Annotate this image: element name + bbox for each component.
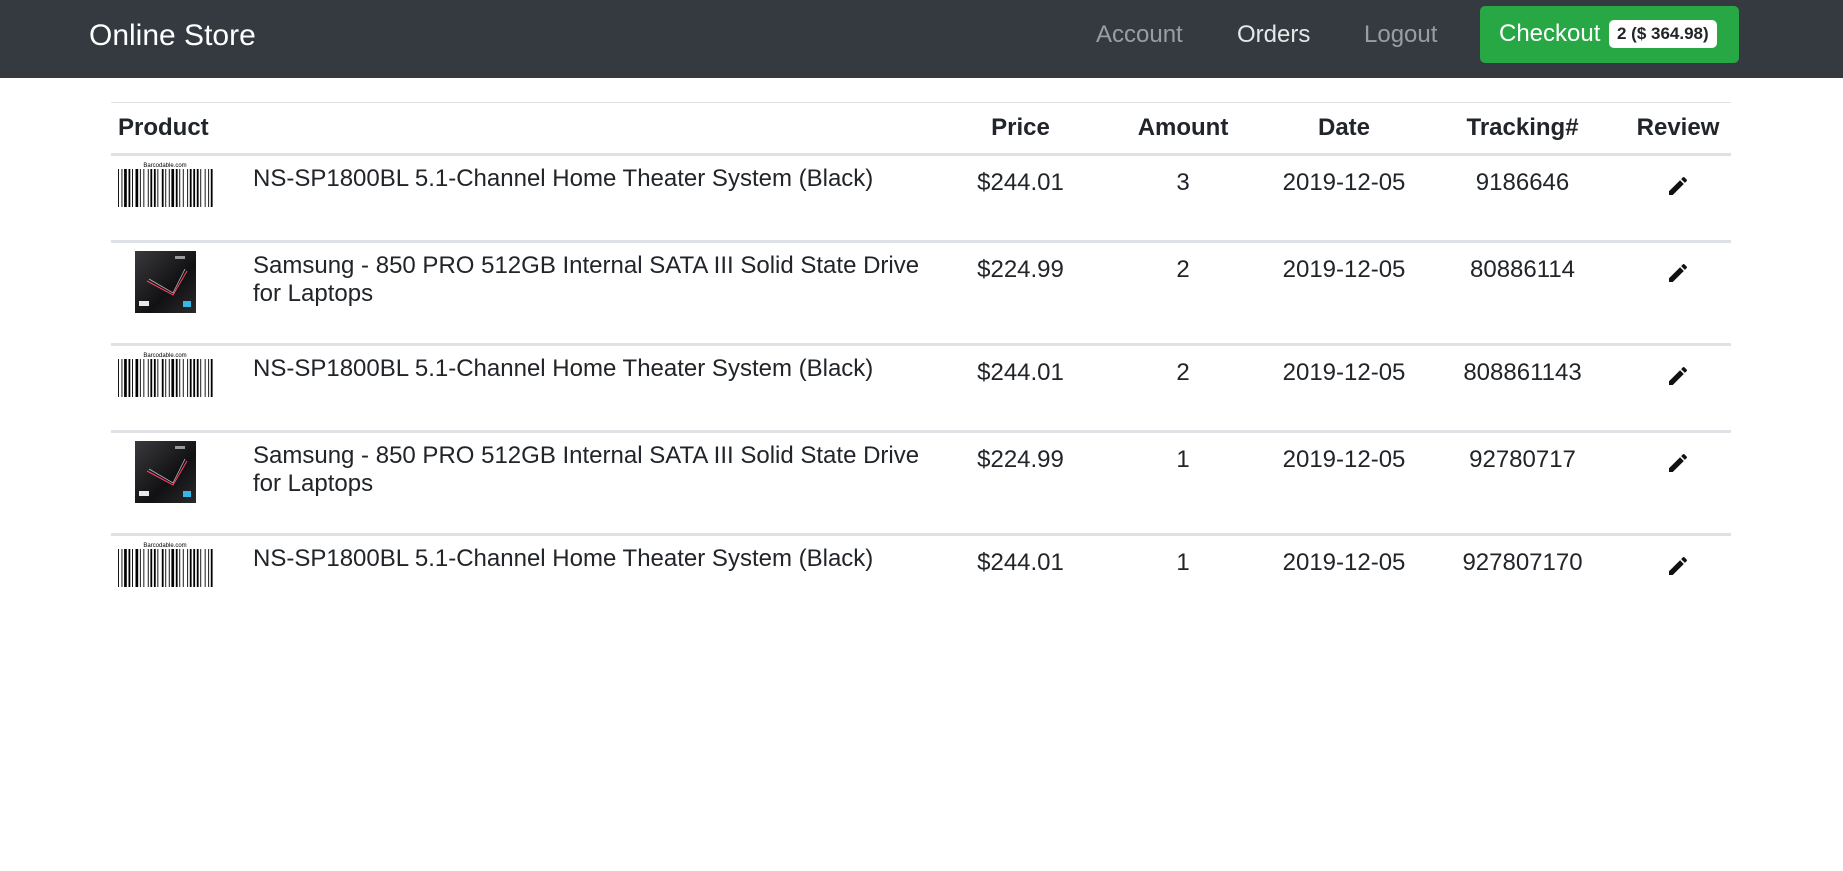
product-image-cell	[111, 241, 253, 346]
header-date: Date	[1268, 102, 1421, 156]
product-name: NS-SP1800BL 5.1-Channel Home Theater Sys…	[253, 344, 944, 433]
brand-logo[interactable]: Online Store	[89, 18, 256, 54]
tracking-number: 80886114	[1420, 241, 1626, 346]
nav-logout-link[interactable]: Logout	[1364, 20, 1437, 50]
tracking-number: 927807170	[1462, 549, 1583, 576]
order-date: 2019-12-05	[1268, 344, 1421, 433]
order-amount: 3	[1098, 154, 1269, 243]
table-row: Barcodable.com NS-SP1800BL 5.1-Channel H…	[111, 154, 1732, 243]
product-name: Samsung - 850 PRO 512GB Internal SATA II…	[253, 431, 944, 536]
ssd-image	[135, 441, 196, 503]
pencil-icon[interactable]	[1666, 451, 1690, 475]
order-amount: 1	[1098, 431, 1269, 536]
nav-orders-link[interactable]: Orders	[1237, 20, 1310, 50]
order-date: 2019-12-05	[1268, 431, 1421, 536]
header-price: Price	[943, 102, 1099, 156]
order-date: 2019-12-05	[1268, 154, 1421, 243]
header-review: Review	[1625, 102, 1732, 156]
product-image-cell: Barcodable.com	[111, 154, 253, 243]
product-name: NS-SP1800BL 5.1-Channel Home Theater Sys…	[253, 154, 944, 243]
nav-account-link[interactable]: Account	[1096, 20, 1183, 50]
ssd-image	[135, 251, 196, 313]
product-price: $244.01	[977, 549, 1064, 576]
tracking-number: 92780717	[1420, 431, 1626, 536]
review-cell	[1625, 535, 1731, 621]
checkout-label: Checkout	[1499, 20, 1601, 47]
order-amount: 2	[1098, 344, 1269, 433]
order-amount: 1	[1176, 549, 1190, 576]
pencil-icon[interactable]	[1666, 174, 1690, 198]
barcode-image: Barcodable.com	[118, 163, 213, 207]
product-price: $224.99	[943, 241, 1099, 346]
orders-table: Product Price Amount Date Tracking# Revi…	[111, 102, 1732, 621]
pencil-icon[interactable]	[1666, 364, 1690, 388]
barcode-caption: Barcodable.com	[143, 163, 186, 169]
review-cell	[1625, 431, 1732, 536]
tracking-number: 9186646	[1420, 154, 1626, 243]
review-cell	[1625, 241, 1732, 346]
product-name: NS-SP1800BL 5.1-Channel Home Theater Sys…	[253, 545, 874, 572]
product-image-cell: Barcodable.com	[111, 535, 253, 621]
table-row: Barcodable.com NS-SP1800BL 5.1-Channel H…	[111, 344, 1732, 433]
tracking-number: 808861143	[1420, 344, 1626, 433]
top-navbar: Online Store Account Orders Logout Check…	[0, 0, 1843, 78]
pencil-icon[interactable]	[1666, 554, 1690, 578]
table-row: Samsung - 850 PRO 512GB Internal SATA II…	[111, 241, 1732, 346]
header-amount: Amount	[1098, 102, 1269, 156]
product-image-cell: Barcodable.com	[111, 344, 253, 433]
table-header-row: Product Price Amount Date Tracking# Revi…	[111, 102, 1732, 156]
product-price: $244.01	[943, 154, 1099, 243]
table-row: Barcodable.com NS-SP1800BL 5.1-Channel H…	[111, 535, 1731, 621]
pencil-icon[interactable]	[1666, 261, 1690, 285]
review-cell	[1625, 344, 1732, 433]
barcode-image: Barcodable.com	[118, 353, 213, 397]
barcode-caption: Barcodable.com	[143, 543, 186, 549]
header-product: Product	[111, 102, 944, 156]
product-image-cell	[111, 431, 253, 536]
table-row: Samsung - 850 PRO 512GB Internal SATA II…	[111, 431, 1732, 536]
checkout-button[interactable]: Checkout 2 ($ 364.98)	[1480, 6, 1739, 63]
order-date: 2019-12-05	[1268, 241, 1421, 346]
barcode-caption: Barcodable.com	[143, 353, 186, 359]
barcode-image: Barcodable.com	[118, 543, 213, 587]
order-amount: 2	[1098, 241, 1269, 346]
product-price: $224.99	[943, 431, 1099, 536]
order-date: 2019-12-05	[1282, 549, 1406, 576]
product-name: Samsung - 850 PRO 512GB Internal SATA II…	[253, 241, 944, 346]
review-cell	[1625, 154, 1732, 243]
header-tracking: Tracking#	[1420, 102, 1626, 156]
product-price: $244.01	[943, 344, 1099, 433]
cart-badge: 2 ($ 364.98)	[1609, 20, 1717, 48]
